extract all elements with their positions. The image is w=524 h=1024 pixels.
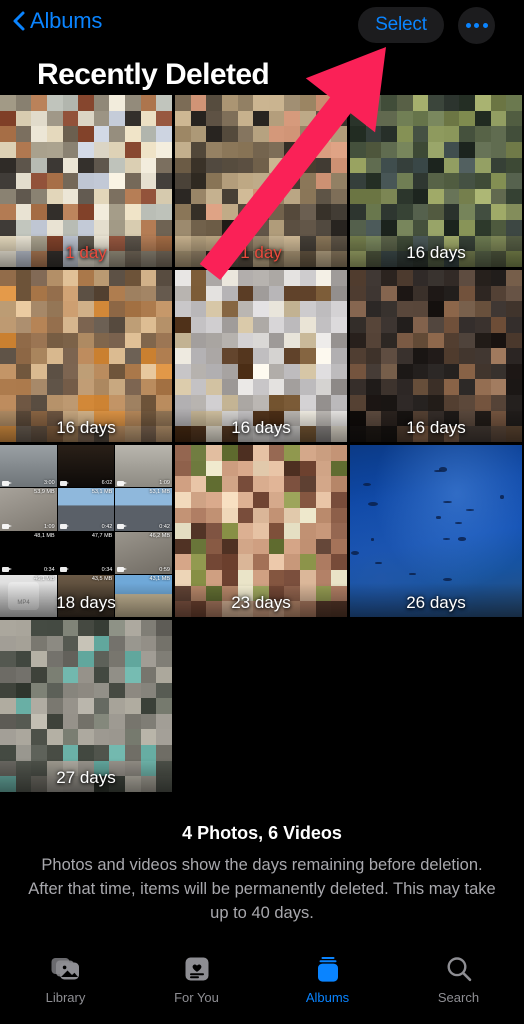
tab-library[interactable]: Library [0,940,131,1024]
photo-grid-tile[interactable]: 23 days [175,445,347,617]
video-camera-icon [2,567,12,573]
select-button[interactable]: Select [358,7,444,43]
photo-grid-tile[interactable]: 16 days [350,270,522,442]
photo-thumbnail [175,270,347,442]
video-duration: 0:34 [43,566,55,573]
photo-grid-tile[interactable]: 16 days [175,270,347,442]
tab-label: For You [174,990,219,1005]
video-thumbnail-cell: 3:00 [0,445,57,488]
photo-grid-tile[interactable]: 16 days [0,270,172,442]
video-thumbnail-cell: 48,1 MB 0:34 [0,531,57,574]
photo-thumbnail [175,95,347,267]
video-camera-icon [117,567,127,573]
video-duration: 0:42 [159,523,170,530]
photo-thumbnail: 3:00 6:02 1:09 53,9 MB 1:09 53,1 MB 0:42 53,1 M… [0,445,172,617]
video-camera-icon [2,480,12,486]
photo-grid-row: 27 days [0,620,524,792]
video-thumbnail-cell: 1:09 [115,445,172,488]
video-duration: 3:00 [43,480,55,487]
photo-thumbnail [0,620,172,792]
video-camera-icon [117,480,127,486]
tab-bar: Library For You Albums Search [0,940,524,1024]
video-file-size: 48,1 MB [34,532,55,539]
photos-recently-deleted-screen: Albums Select Recently Deleted 1 day 1 da… [0,0,524,1024]
magnifier-icon [443,954,475,984]
ellipsis-icon [465,23,471,28]
video-file-size: 53,1 MB [91,489,113,496]
video-camera-icon [117,524,127,529]
photo-thumbnail [175,445,347,617]
video-thumbnail-cell: 53,1 MB 0:42 [115,488,172,531]
more-options-button[interactable] [458,7,495,44]
page-title: Recently Deleted [37,58,270,91]
video-camera-icon [59,567,70,573]
photo-grid-tile[interactable]: 27 days [0,620,172,792]
back-label: Albums [30,8,103,33]
tab-search[interactable]: Search [393,940,524,1024]
video-camera-icon [59,524,70,529]
item-count-summary: 4 Photos, 6 Videos [182,823,342,843]
video-thumbnail-cell: 46,1 MB [0,574,57,617]
video-duration: 1:09 [43,523,55,530]
select-button-label: Select [375,14,427,35]
tab-label: Albums [305,990,350,1005]
video-thumbnail-cell: 53,9 MB 1:09 [0,488,57,531]
video-duration: 6:02 [101,480,113,487]
video-thumbnail-cell: 6:02 [57,445,115,488]
tab-label: Library [45,990,86,1005]
video-duration: 0:34 [101,566,113,573]
photo-grid-row: 16 days 16 days 16 days [0,270,524,442]
back-to-albums-button[interactable]: Albums [12,10,102,32]
video-duration: 0:59 [159,566,170,573]
video-file-size: 53,9 MB [34,489,55,496]
photo-thumbnail [350,445,522,617]
video-duration: 0:42 [101,523,113,530]
photo-thumbnail [350,270,522,442]
photo-grid-tile[interactable]: 1 day [0,95,172,267]
video-camera-icon [59,480,70,486]
video-thumbnail-cell: 43,1 MB [115,574,172,617]
photo-grid: 1 day 1 day 16 days 16 days 16 days 16 days 3:… [0,95,524,795]
video-file-size: 43,1 MB [149,575,170,582]
video-thumbnail-cell: 43,5 MB [57,574,115,617]
video-thumbnail-cell: 53,1 MB 0:42 [57,488,115,531]
photo-grid-tile[interactable]: 1 day [175,95,347,267]
video-camera-icon [2,524,12,529]
tab-for-you[interactable]: For You [131,940,262,1024]
video-file-size: 46,1 MB [34,575,55,582]
photo-thumbnail [0,95,172,267]
video-file-size: 43,5 MB [91,575,113,582]
photo-grid-row: 3:00 6:02 1:09 53,9 MB 1:09 53,1 MB 0:42 53,1 M… [0,445,524,617]
photo-grid-tile[interactable]: 3:00 6:02 1:09 53,9 MB 1:09 53,1 MB 0:42 53,1 M… [0,445,172,617]
photo-thumbnail [0,270,172,442]
photo-grid-tile[interactable]: 16 days [350,95,522,267]
video-thumbnail-cell: 47,7 MB 0:34 [57,531,115,574]
photo-grid-row: 1 day 1 day 16 days [0,95,524,267]
chevron-left-icon [12,10,26,32]
video-thumbnail-cell: 46,2 MB 0:59 [115,531,172,574]
photo-grid-tile[interactable]: 26 days [350,445,522,617]
video-file-size: 46,2 MB [149,532,170,539]
albums-icon [312,954,344,984]
navigation-bar: Albums Select [0,0,524,52]
tab-albums[interactable]: Albums [262,940,393,1024]
video-file-size: 53,1 MB [149,489,170,496]
heart-card-icon [181,954,213,984]
tab-label: Search [437,990,480,1005]
deletion-description: Photos and videos show the days remainin… [28,856,496,922]
photo-thumbnail [350,95,522,267]
ellipsis-icon [482,23,488,28]
ellipsis-icon [474,23,479,28]
video-duration: 1:09 [159,480,170,487]
photos-stack-icon [50,954,82,984]
video-file-size: 47,7 MB [91,532,113,539]
